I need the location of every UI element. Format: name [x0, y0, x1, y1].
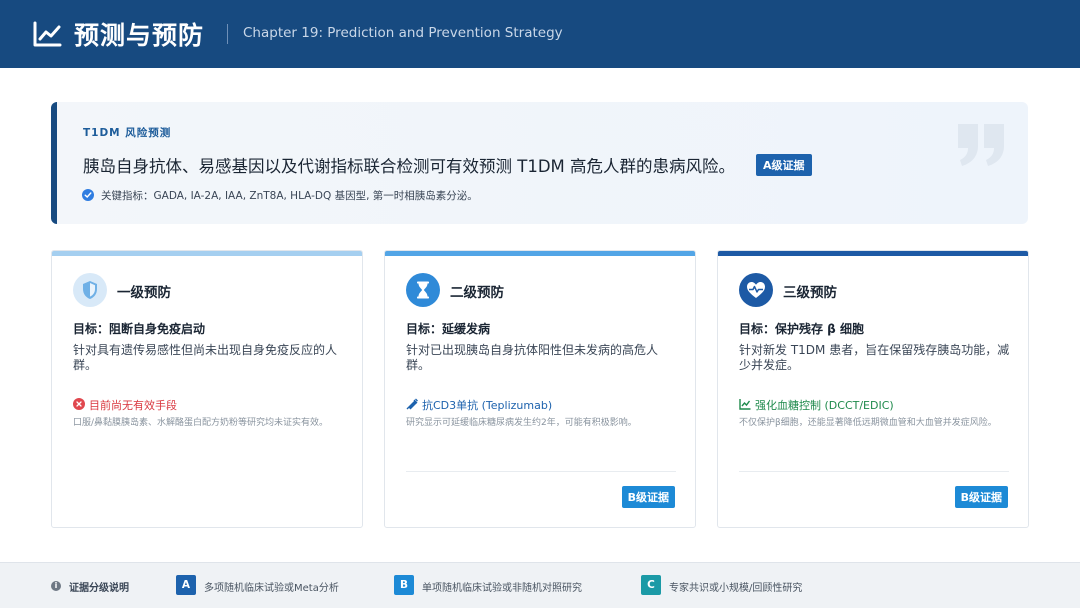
card-note-title: 强化血糖控制 (DCCT/EDIC): [739, 397, 894, 413]
page-title: 预测与预防: [74, 21, 205, 50]
callout-statement: 胰岛自身抗体、易感基因以及代谢指标联合检测可有效预测 T1DM 高危人群的患病风…: [83, 157, 736, 176]
evidence-badge-b: B级证据: [621, 486, 675, 508]
line-chart-icon: [739, 398, 751, 413]
card-note: 不仅保护β细胞，还能显著降低远期微血管和大血管并发症风险。: [739, 418, 997, 428]
card-icon-container: [406, 273, 440, 307]
card-description: 针对已出现胰岛自身抗体阳性但未发病的高危人群。: [406, 343, 659, 372]
heart-pulse-icon: [747, 282, 765, 298]
card-note-title-text: 目前尚无有效手段: [89, 399, 177, 412]
level-a-text: 多项随机临床试验或Meta分析: [204, 583, 339, 594]
callout-accent-bar: [51, 102, 57, 224]
card-secondary-prevention: 二级预防 目标：延缓发病 针对已出现胰岛自身抗体阳性但未发病的高危人群。 抗CD…: [384, 250, 696, 528]
card-goal: 目标：保护残存 β 细胞: [739, 322, 864, 336]
header-divider: [227, 24, 228, 44]
level-c-badge: C: [641, 575, 661, 595]
card-tertiary-prevention: 三级预防 目标：保护残存 β 细胞 针对新发 T1DM 患者，旨在保留残存胰岛功…: [717, 250, 1029, 528]
level-b-badge: B: [394, 575, 414, 595]
evidence-badge-a: A级证据: [756, 154, 812, 176]
quote-mark-icon: [958, 124, 1004, 166]
syringe-icon: [406, 398, 418, 413]
line-chart-icon: [33, 21, 62, 47]
level-c-text: 专家共识或小规模/回顾性研究: [669, 583, 803, 594]
card-note-title: 目前尚无有效手段: [73, 397, 177, 413]
card-description: 针对新发 T1DM 患者，旨在保留残存胰岛功能，减少并发症。: [739, 343, 1010, 372]
info-icon: i: [51, 581, 61, 591]
key-indicators: 关键指标：GADA, IA-2A, IAA, ZnT8A, HLA-DQ 基因型…: [101, 190, 478, 202]
evidence-legend-footer: i 证据分级说明 A 多项随机临床试验或Meta分析 B 单项随机临床试验或非随…: [0, 562, 1080, 608]
card-icon-container: [73, 273, 107, 307]
card-goal: 目标：阻断自身免疫启动: [73, 322, 206, 336]
card-accent-bar: [385, 251, 695, 256]
level-a-badge: A: [176, 575, 196, 595]
card-primary-prevention: 一级预防 目标：阻断自身免疫启动 针对具有遗传易感性但尚未出现自身免疫反应的人群…: [51, 250, 363, 528]
card-title: 一级预防: [117, 285, 171, 301]
card-title: 三级预防: [783, 285, 837, 301]
card-note-title-text: 抗CD3单抗 (Teplizumab): [422, 399, 553, 412]
header-bar: 预测与预防 Chapter 19: Prediction and Prevent…: [0, 0, 1080, 68]
legend-title: 证据分级说明: [69, 583, 129, 594]
callout-tag: T1DM 风险预测: [83, 127, 172, 139]
risk-prediction-callout: T1DM 风险预测 胰岛自身抗体、易感基因以及代谢指标联合检测可有效预测 T1D…: [51, 102, 1028, 224]
card-divider: [406, 471, 676, 472]
card-accent-bar: [718, 251, 1028, 256]
card-note: 口服/鼻黏膜胰岛素、水解酪蛋白配方奶粉等研究均未证实有效。: [73, 418, 329, 428]
page-subtitle: Chapter 19: Prediction and Prevention St…: [243, 25, 563, 41]
x-circle-icon: [73, 397, 85, 413]
card-description: 针对具有遗传易感性但尚未出现自身免疫反应的人群。: [73, 343, 338, 372]
card-goal: 目标：延缓发病: [406, 322, 491, 336]
check-circle-icon: [82, 189, 94, 201]
evidence-badge-b: B级证据: [954, 486, 1008, 508]
level-b-text: 单项随机临床试验或非随机对照研究: [422, 583, 582, 594]
card-note-title-text: 强化血糖控制 (DCCT/EDIC): [755, 399, 894, 412]
card-note: 研究显示可延缓临床糖尿病发生约2年，可能有积极影响。: [406, 418, 637, 428]
hourglass-icon: [417, 281, 429, 299]
card-divider: [739, 471, 1009, 472]
card-accent-bar: [52, 251, 362, 256]
card-icon-container: [739, 273, 773, 307]
shield-icon: [83, 281, 97, 299]
card-title: 二级预防: [450, 285, 504, 301]
card-note-title: 抗CD3单抗 (Teplizumab): [406, 397, 552, 413]
